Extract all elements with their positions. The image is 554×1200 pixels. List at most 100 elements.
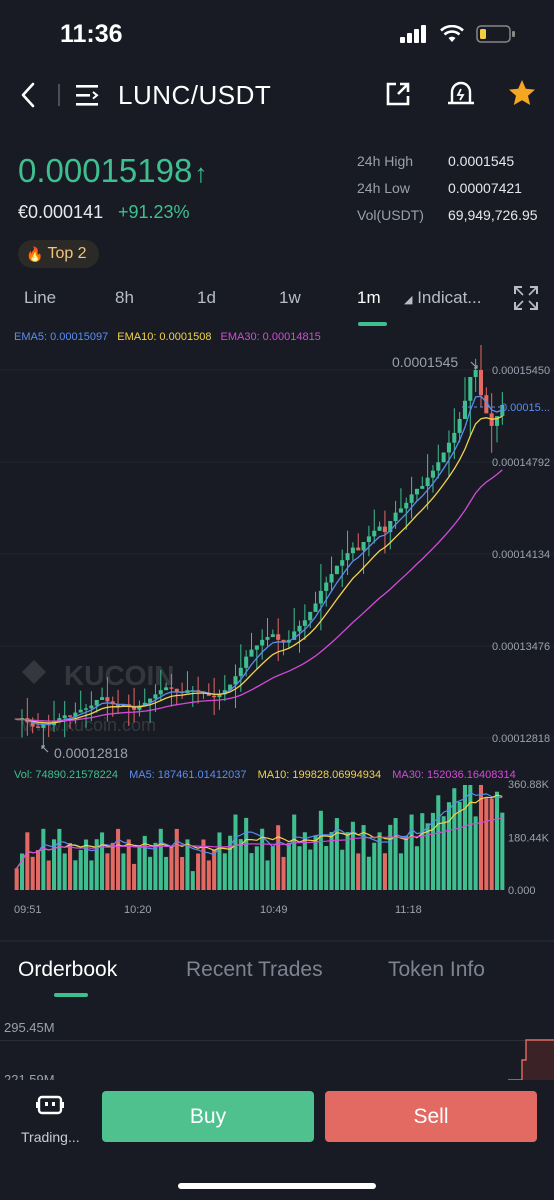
caret-icon: ◢: [404, 294, 413, 306]
volume-bar: [478, 785, 484, 890]
indicators-dropdown[interactable]: ◢ Indicat...: [404, 288, 481, 308]
depth-chart-ask: [508, 1039, 554, 1085]
candle-body: [462, 400, 468, 419]
volume-bar: [318, 810, 323, 890]
volume-bar: [372, 842, 377, 890]
back-icon: [21, 82, 35, 108]
fullscreen-icon: [514, 286, 538, 310]
volume-bar: [356, 853, 361, 890]
alert-button[interactable]: [446, 78, 476, 108]
volume-bar: [190, 871, 195, 890]
volume-axis-tick: 0.000: [508, 885, 536, 897]
volume-bar: [206, 860, 211, 890]
volume-bar: [398, 853, 403, 890]
volume-bar: [489, 798, 494, 890]
candle-body: [329, 574, 334, 583]
volume-bar: [436, 795, 441, 890]
tf-1w[interactable]: 1w: [279, 288, 301, 308]
rank-badge-label: Top 2: [47, 245, 87, 262]
fullscreen-button[interactable]: [513, 285, 539, 311]
pair-title[interactable]: LUNC/USDT: [118, 80, 271, 111]
price-change: +91.23%: [118, 202, 190, 222]
favorite-button[interactable]: [507, 78, 537, 108]
buy-button[interactable]: Buy: [102, 1091, 314, 1142]
volume-bar: [430, 812, 435, 890]
sell-button[interactable]: Sell: [325, 1091, 537, 1142]
volume-bar: [441, 816, 446, 890]
candle-body: [249, 649, 254, 657]
tf-8h[interactable]: 8h: [115, 288, 134, 308]
candle-body: [377, 526, 382, 531]
volume-axis-tick: 180.44K: [508, 833, 550, 845]
volume-bar: [286, 842, 291, 890]
candle-body: [382, 526, 387, 533]
watermark-text: KUCOIN: [64, 660, 174, 691]
candle-body: [366, 536, 371, 542]
tf-1d[interactable]: 1d: [197, 288, 216, 308]
volume-bar: [308, 849, 313, 890]
tf-active-underline: [358, 322, 387, 326]
stat-24h-high-value: 0.0001545: [448, 153, 515, 169]
battery-icon: [476, 25, 515, 43]
status-icons: [400, 24, 516, 44]
price-axis-tick: 0.00014134: [492, 549, 550, 561]
volume-bar: [313, 835, 318, 890]
trading-bot-label: Trading...: [21, 1129, 80, 1145]
candle-body: [436, 462, 441, 471]
price-axis-tick: 0.00013476: [492, 641, 550, 653]
price-chart[interactable]: KUCOIN www.kucoin.com 0.000154500.000147…: [0, 345, 554, 920]
ema30-label: EMA30: 0.00014815: [220, 331, 321, 343]
volume-bar: [121, 853, 126, 890]
volume-legend: Vol: 74890.21578224 MA5: 187461.01412037…: [14, 769, 516, 781]
candle-body: [446, 442, 451, 453]
volume-bar: [468, 785, 473, 890]
volume-bar: [244, 817, 249, 890]
candle-body: [404, 502, 409, 509]
candle-body: [441, 452, 446, 463]
candle-body: [334, 565, 339, 575]
vol-ma5-label: MA5: 187461.01412037: [129, 769, 246, 781]
candle-body: [276, 634, 281, 640]
volume-bar: [361, 825, 366, 890]
volume-bar: [382, 853, 387, 890]
candle-body: [164, 687, 169, 691]
volume-bar: [196, 853, 201, 890]
stat-24h-low-label: 24h Low: [357, 180, 410, 196]
volume-bar: [345, 832, 350, 890]
volume-bar: [212, 850, 217, 890]
stat-24h-low-value: 0.00007421: [448, 180, 522, 196]
vol-label: Vol: 74890.21578224: [14, 769, 118, 781]
volume-bar: [276, 825, 281, 890]
tf-line[interactable]: Line: [24, 288, 56, 308]
volume-bar: [414, 846, 419, 890]
candle-body: [244, 656, 249, 668]
rank-badge[interactable]: 🔥 Top 2: [18, 240, 99, 268]
candle-body: [393, 512, 398, 522]
volume-bar: [14, 868, 19, 890]
candle-body: [270, 634, 275, 638]
tf-1m[interactable]: 1m: [357, 288, 381, 308]
pair-menu-button[interactable]: [74, 82, 102, 108]
volume-bar: [132, 863, 137, 890]
candle-body: [372, 530, 377, 537]
volume-bar: [281, 856, 286, 890]
volume-bar: [249, 853, 254, 890]
volume-bar: [116, 828, 121, 890]
volume-bar: [254, 846, 259, 890]
stat-volume-value: 69,949,726.95: [448, 207, 538, 223]
ema5-label: EMA5: 0.00015097: [14, 331, 109, 343]
candle-body: [409, 494, 414, 503]
volume-bar: [425, 823, 430, 890]
share-button[interactable]: [384, 80, 412, 108]
tab-token-info[interactable]: Token Info: [388, 958, 485, 982]
candle-body: [153, 694, 158, 699]
back-button[interactable]: [18, 80, 42, 110]
tab-orderbook[interactable]: Orderbook: [18, 958, 117, 982]
volume-bar: [484, 798, 489, 890]
ema-legend: EMA5: 0.00015097 EMA10: 0.0001508 EMA30:…: [14, 331, 321, 343]
volume-bar: [148, 856, 153, 890]
share-icon: [386, 82, 410, 106]
volume-axis-tick: 360.88K: [508, 779, 550, 791]
time-axis-tick: 10:20: [124, 904, 152, 916]
tab-recent-trades[interactable]: Recent Trades: [186, 958, 323, 982]
